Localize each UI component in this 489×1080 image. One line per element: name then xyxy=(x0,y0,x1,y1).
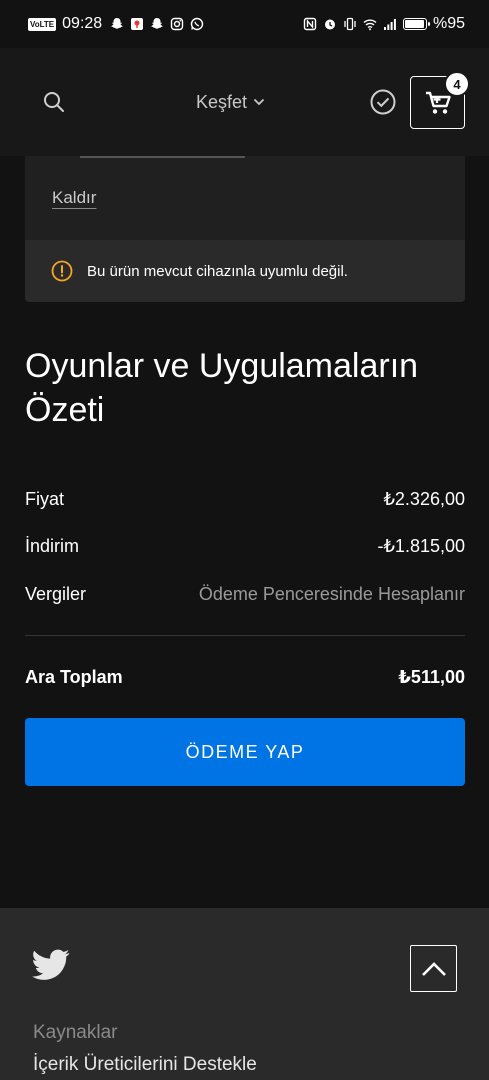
snapchat-icon xyxy=(111,18,124,29)
signal-icon xyxy=(383,19,396,30)
cart-item-card: Kaldır Bu ürün mevcut cihazınla uyumlu d… xyxy=(25,156,465,302)
taxes-value: Ödeme Penceresinde Hesaplanır xyxy=(198,583,465,604)
summary-title: Oyunlar ve Uygulamaların Özeti xyxy=(25,347,419,429)
subtotal-value: ₺511,00 xyxy=(398,666,465,687)
cart-count-badge: 4 xyxy=(444,71,470,97)
wifi-icon xyxy=(363,19,377,31)
battery-percent: %95 xyxy=(432,15,465,32)
warning-icon xyxy=(51,260,73,282)
whatsapp-icon xyxy=(191,17,204,31)
wishlist-check-icon[interactable] xyxy=(369,88,397,116)
nfc-icon xyxy=(303,17,317,31)
cart-button[interactable]: 4 xyxy=(410,71,470,129)
discount-row: İndirim -₺1.815,00 xyxy=(25,533,465,559)
battery-icon xyxy=(402,18,430,30)
search-icon xyxy=(44,92,64,112)
taxes-label: Vergiler xyxy=(25,583,87,604)
warning-text: Bu ürün mevcut cihazınla uyumlu değil. xyxy=(87,262,348,280)
remove-link[interactable]: Kaldır xyxy=(52,188,96,208)
maps-icon xyxy=(131,18,144,30)
snapchat-icon-2 xyxy=(151,18,164,29)
subtotal-label: Ara Toplam xyxy=(25,666,123,687)
card-divider xyxy=(80,156,245,158)
chevron-down-icon xyxy=(253,98,265,106)
top-nav: Keşfet 4 xyxy=(0,48,489,156)
volte-icon: VoLTE xyxy=(28,17,57,31)
battery-fill xyxy=(404,20,424,28)
search-button[interactable] xyxy=(40,88,68,116)
chevron-up-icon xyxy=(421,961,446,976)
scroll-to-top-button[interactable] xyxy=(410,945,457,992)
taxes-row: Vergiler Ödeme Penceresinde Hesaplanır xyxy=(25,581,465,607)
footer-support-creators-link[interactable]: İçerik Üreticilerini Destekle xyxy=(33,1054,257,1076)
subtotal-row: Ara Toplam ₺511,00 xyxy=(25,664,465,690)
discount-label: İndirim xyxy=(25,535,80,556)
summary-divider xyxy=(25,635,465,636)
price-value: ₺2.326,00 xyxy=(383,488,465,509)
status-bar: VoLTE 09:28 %95 xyxy=(0,0,489,48)
instagram-icon xyxy=(171,17,184,31)
discount-value: -₺1.815,00 xyxy=(377,535,465,556)
discover-label: Keşfet xyxy=(196,91,248,112)
vibrate-icon xyxy=(344,17,356,31)
price-row: Fiyat ₺2.326,00 xyxy=(25,486,465,512)
alarm-icon xyxy=(324,19,335,30)
discover-dropdown[interactable]: Keşfet xyxy=(196,88,265,116)
checkout-button[interactable]: ÖDEME YAP xyxy=(25,718,465,786)
status-time: 09:28 xyxy=(62,15,103,32)
twitter-icon[interactable] xyxy=(32,949,70,981)
price-label: Fiyat xyxy=(25,488,65,509)
compatibility-warning: Bu ürün mevcut cihazınla uyumlu değil. xyxy=(25,240,465,302)
footer: Kaynaklar İçerik Üreticilerini Destekle xyxy=(0,908,489,1080)
footer-resources-heading: Kaynaklar xyxy=(33,1022,118,1043)
